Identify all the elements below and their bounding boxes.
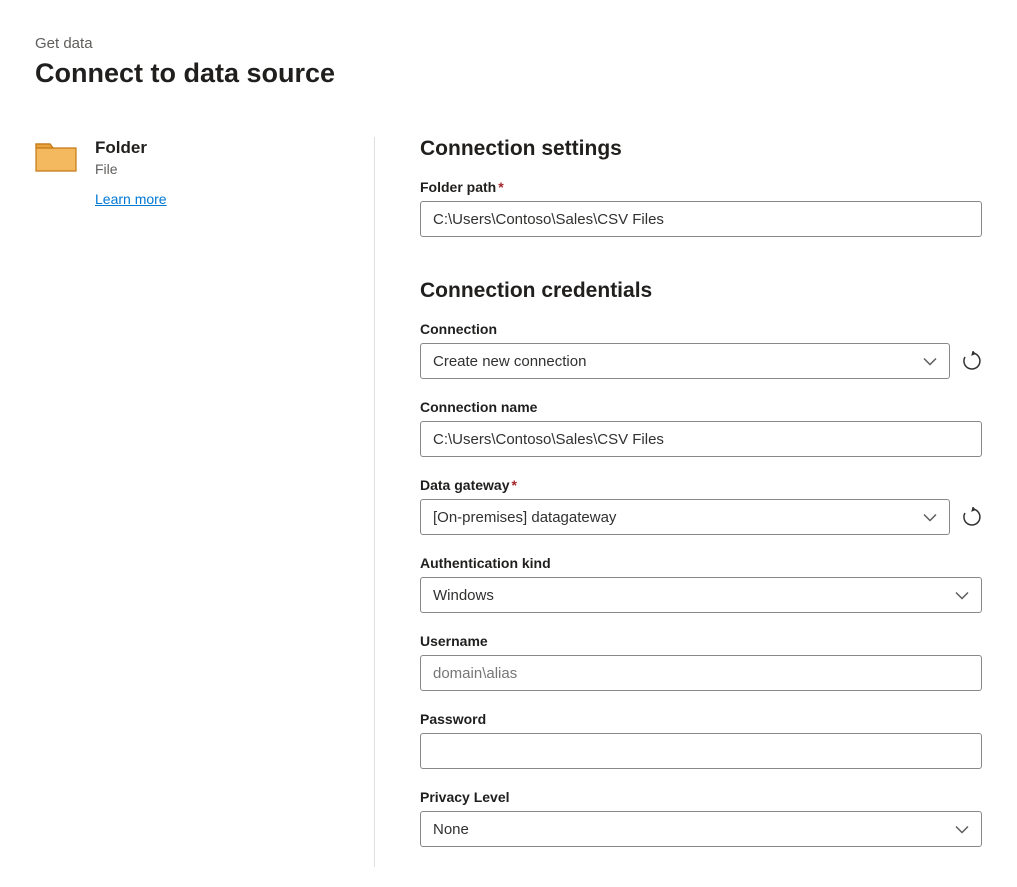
password-input[interactable]: [420, 733, 982, 769]
connection-settings-title: Connection settings: [420, 137, 982, 161]
password-label: Password: [420, 711, 982, 727]
form-panel: Connection settings Folder path* Connect…: [375, 137, 982, 867]
source-type: File: [95, 161, 167, 177]
data-gateway-select[interactable]: [On-premises] datagateway: [420, 499, 950, 535]
chevron-down-icon: [923, 509, 937, 526]
chevron-down-icon: [923, 353, 937, 370]
data-gateway-label: Data gateway*: [420, 477, 982, 493]
learn-more-link[interactable]: Learn more: [95, 191, 167, 207]
connection-label: Connection: [420, 321, 982, 337]
privacy-level-select[interactable]: None: [420, 811, 982, 847]
connection-name-input[interactable]: [420, 421, 982, 457]
connection-select[interactable]: Create new connection: [420, 343, 950, 379]
connection-name-label: Connection name: [420, 399, 982, 415]
chevron-down-icon: [955, 821, 969, 838]
username-label: Username: [420, 633, 982, 649]
privacy-level-label: Privacy Level: [420, 789, 982, 805]
page-title: Connect to data source: [35, 58, 982, 89]
gateway-refresh-button[interactable]: [962, 507, 982, 527]
username-input[interactable]: [420, 655, 982, 691]
breadcrumb: Get data: [35, 35, 982, 52]
chevron-down-icon: [955, 587, 969, 604]
auth-kind-label: Authentication kind: [420, 555, 982, 571]
folder-icon: [35, 139, 77, 173]
source-name: Folder: [95, 137, 167, 159]
folder-path-input[interactable]: [420, 201, 982, 237]
connection-refresh-button[interactable]: [962, 351, 982, 371]
source-panel: Folder File Learn more: [35, 137, 375, 867]
auth-kind-select[interactable]: Windows: [420, 577, 982, 613]
source-item: Folder File Learn more: [35, 137, 354, 207]
connection-credentials-title: Connection credentials: [420, 279, 982, 303]
folder-path-label: Folder path*: [420, 179, 982, 195]
